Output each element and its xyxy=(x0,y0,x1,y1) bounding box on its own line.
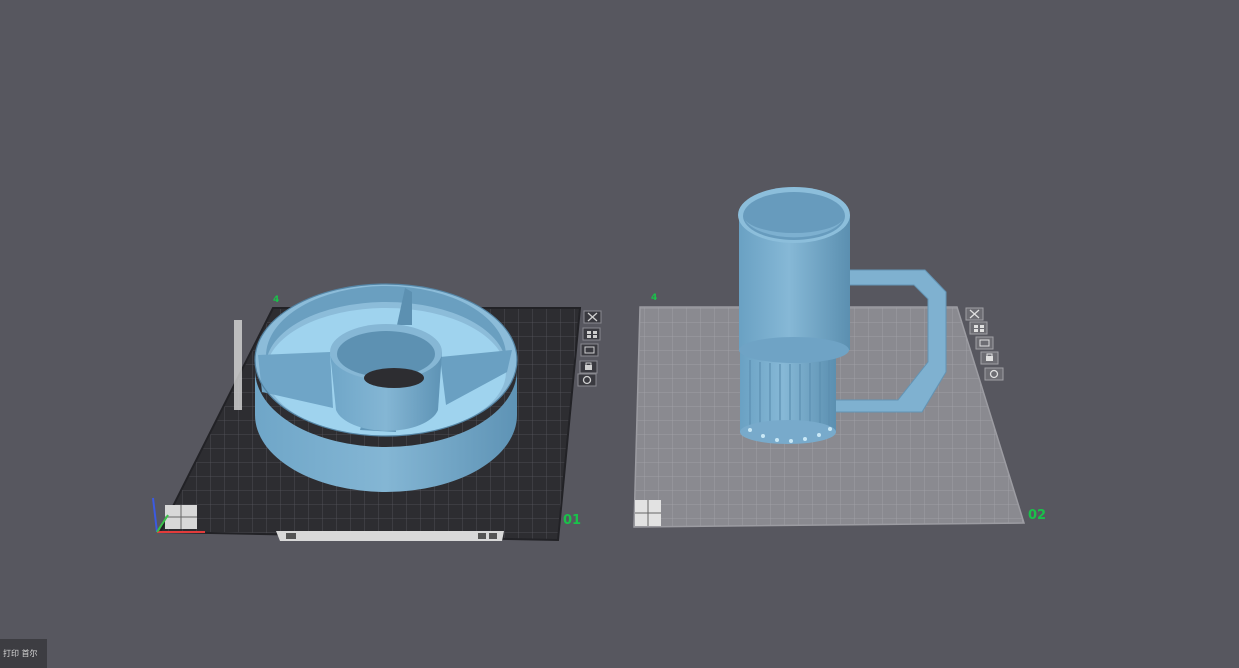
divided-round-tray[interactable] xyxy=(254,283,518,492)
orient-icon[interactable] xyxy=(975,336,994,350)
3d-viewport[interactable]: 4 01 4 02 xyxy=(0,0,1239,668)
arrange-icon[interactable] xyxy=(969,321,988,335)
plate-01-info-strip xyxy=(276,531,504,541)
status-text: 打印 首尔 xyxy=(3,649,38,658)
plate-01-corner-tag: 4 xyxy=(273,295,279,305)
plate-01-home-tile xyxy=(165,505,197,529)
plate-02-corner-tag: 4 xyxy=(651,293,657,303)
settings-icon[interactable] xyxy=(984,367,1004,381)
plate-02-label: 02 xyxy=(1028,508,1046,523)
close-icon[interactable] xyxy=(583,310,602,324)
plate-01-toolbar xyxy=(577,310,602,387)
plate-01-label: 01 xyxy=(563,513,581,528)
plate-01-side-text xyxy=(234,320,242,410)
arrange-icon[interactable] xyxy=(582,327,601,341)
lock-icon[interactable] xyxy=(980,351,999,365)
close-icon[interactable] xyxy=(965,307,984,321)
orient-icon[interactable] xyxy=(580,343,599,357)
lock-icon[interactable] xyxy=(579,360,598,374)
plate-02-home-tile xyxy=(635,500,661,526)
status-bar: 打印 首尔 xyxy=(0,639,47,668)
settings-icon[interactable] xyxy=(577,373,597,387)
